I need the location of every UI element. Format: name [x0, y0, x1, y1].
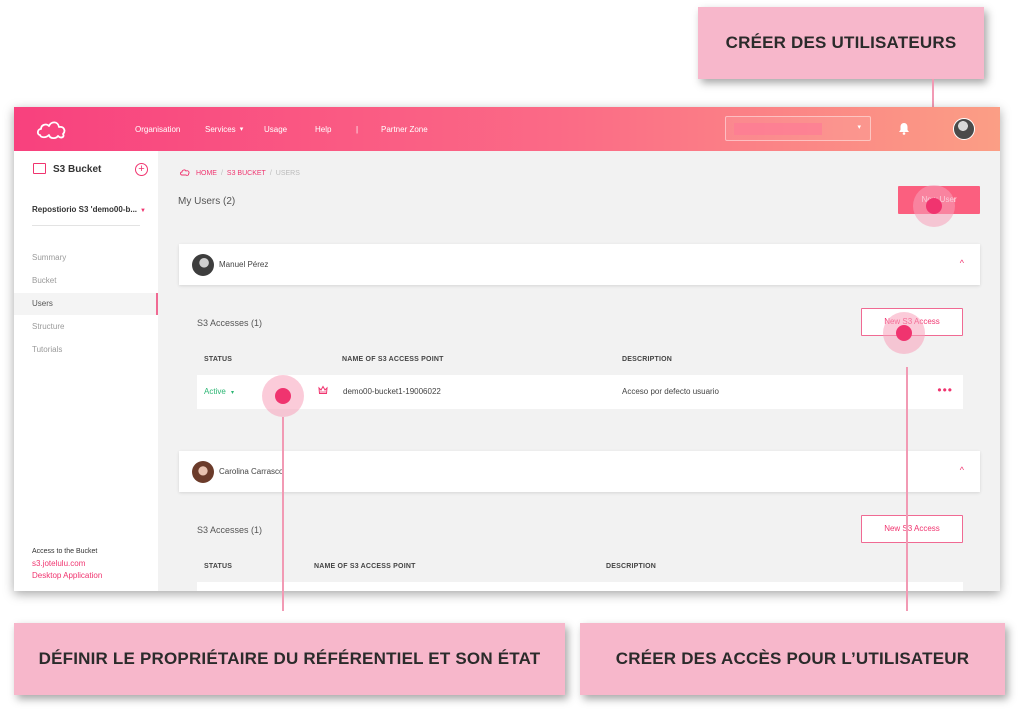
nav-organisation[interactable]: Organisation: [135, 107, 180, 151]
nav-services[interactable]: Services ▾: [205, 107, 243, 151]
access-point-name: demo00-bucket1-19006022: [343, 387, 441, 396]
user-card-manuel-perez[interactable]: Manuel Pérez ^: [179, 244, 980, 285]
repository-select[interactable]: Repostiorio S3 'demo00-b... ▼: [32, 205, 146, 214]
nav-partner-zone[interactable]: Partner Zone: [381, 107, 428, 151]
callout-create-access-text: CRÉER DES ACCÈS POUR L’UTILISATEUR: [615, 649, 970, 668]
column-header-status: STATUS: [204, 563, 233, 570]
chevron-down-icon: ▾: [857, 124, 861, 131]
desktop-application-link[interactable]: Desktop Application: [32, 571, 102, 580]
nav-help[interactable]: Help: [315, 107, 331, 151]
owner-crown-icon: [318, 385, 328, 394]
bucket-access-url-link[interactable]: s3.jotelulu.com: [32, 559, 85, 568]
access-description: Acceso por defecto usuario: [622, 387, 719, 396]
hotspot-dot: [275, 388, 291, 404]
chevron-down-icon: ▾: [239, 126, 244, 133]
hotspot-new-access: [883, 312, 925, 354]
nav-usage[interactable]: Usage: [264, 107, 287, 151]
sidebar-item-structure[interactable]: Structure: [14, 316, 158, 338]
jotelulu-logo-icon[interactable]: [36, 117, 68, 141]
sidebar-title: S3 Bucket: [53, 164, 102, 175]
chevron-down-icon: ▼: [140, 208, 146, 214]
breadcrumb-separator: /: [269, 170, 272, 177]
page-title: My Users (2): [178, 196, 236, 207]
chevron-up-icon[interactable]: ^: [960, 465, 964, 475]
table-row: Active ▾ demo00-bucket1-19006022 Acceso …: [197, 375, 963, 409]
new-s3-access-button[interactable]: New S3 Access: [861, 515, 963, 543]
bell-icon[interactable]: [898, 122, 910, 135]
breadcrumb-s3-bucket[interactable]: S3 BUCKET: [227, 170, 266, 177]
status-select[interactable]: Active ▾: [204, 387, 234, 396]
stage: CRÉER DES UTILISATEURS Organisation Serv…: [0, 0, 1024, 715]
column-header-access-point: NAME OF S3 ACCESS POINT: [314, 563, 416, 570]
chevron-down-icon: ▾: [231, 390, 235, 396]
breadcrumb-users: USERS: [275, 170, 300, 177]
sidebar: S3 Bucket + Repostiorio S3 'demo00-b... ▼…: [14, 151, 158, 591]
app-window: Organisation Services ▾ Usage Help | Par…: [14, 107, 1000, 591]
organisation-select[interactable]: ▾: [725, 116, 871, 141]
breadcrumb-home[interactable]: HOME: [196, 170, 217, 177]
chevron-up-icon[interactable]: ^: [960, 258, 964, 268]
top-navigation-bar: Organisation Services ▾ Usage Help | Par…: [14, 107, 1000, 151]
avatar: [192, 461, 214, 483]
user-card-carolina-carrasco[interactable]: Carolina Carrasco ^: [179, 451, 980, 492]
callout-create-access: CRÉER DES ACCÈS POUR L’UTILISATEUR: [580, 623, 1005, 695]
hotspot-new-user: [913, 185, 955, 227]
s3-accesses-title: S3 Accesses (1): [197, 318, 263, 328]
callout-create-users-text: CRÉER DES UTILISATEURS: [725, 33, 957, 52]
bucket-icon: [33, 163, 46, 174]
add-bucket-button[interactable]: +: [135, 163, 148, 176]
breadcrumb: HOME / S3 BUCKET / USERS: [180, 169, 300, 177]
hotspot-dot: [926, 198, 942, 214]
user-name: Manuel Pérez: [219, 260, 269, 269]
redacted-organisation-name: [734, 123, 822, 135]
column-header-status: STATUS: [204, 356, 233, 363]
nav-services-label: Services: [205, 124, 236, 134]
avatar: [192, 254, 214, 276]
bucket-access-label: Access to the Bucket: [32, 548, 98, 555]
column-header-description: DESCRIPTION: [606, 563, 657, 570]
hotspot-dot: [896, 325, 912, 341]
s3-accesses-title: S3 Accesses (1): [197, 525, 263, 535]
callout-create-users: CRÉER DES UTILISATEURS: [698, 7, 984, 79]
column-header-access-point: NAME OF S3 ACCESS POINT: [342, 356, 444, 363]
sidebar-item-tutorials[interactable]: Tutorials: [14, 339, 158, 361]
breadcrumb-separator: /: [220, 170, 223, 177]
callout-define-owner: DÉFINIR LE PROPRIÉTAIRE DU RÉFÉRENTIEL E…: [14, 623, 565, 695]
nav-divider: |: [356, 124, 359, 134]
status-value: Active: [204, 387, 226, 396]
hotspot-status: [262, 375, 304, 417]
table-row: [197, 582, 963, 591]
more-options-icon[interactable]: •••: [937, 383, 953, 397]
column-header-description: DESCRIPTION: [622, 356, 673, 363]
connector-define-owner: [282, 417, 284, 611]
cloud-icon: [180, 169, 190, 176]
sidebar-item-users[interactable]: Users: [14, 293, 158, 315]
sidebar-item-summary[interactable]: Summary: [14, 247, 158, 269]
connector-create-access: [906, 367, 908, 611]
sidebar-divider: [32, 225, 140, 226]
user-name: Carolina Carrasco: [219, 467, 284, 476]
sidebar-item-bucket[interactable]: Bucket: [14, 270, 158, 292]
user-avatar[interactable]: [953, 118, 975, 140]
repository-select-label: Repostiorio S3 'demo00-b...: [32, 205, 138, 214]
callout-define-owner-text: DÉFINIR LE PROPRIÉTAIRE DU RÉFÉRENTIEL E…: [38, 649, 541, 668]
main-content: HOME/S3 BUCKET/USERS My Users (2) New Us…: [158, 151, 1000, 591]
